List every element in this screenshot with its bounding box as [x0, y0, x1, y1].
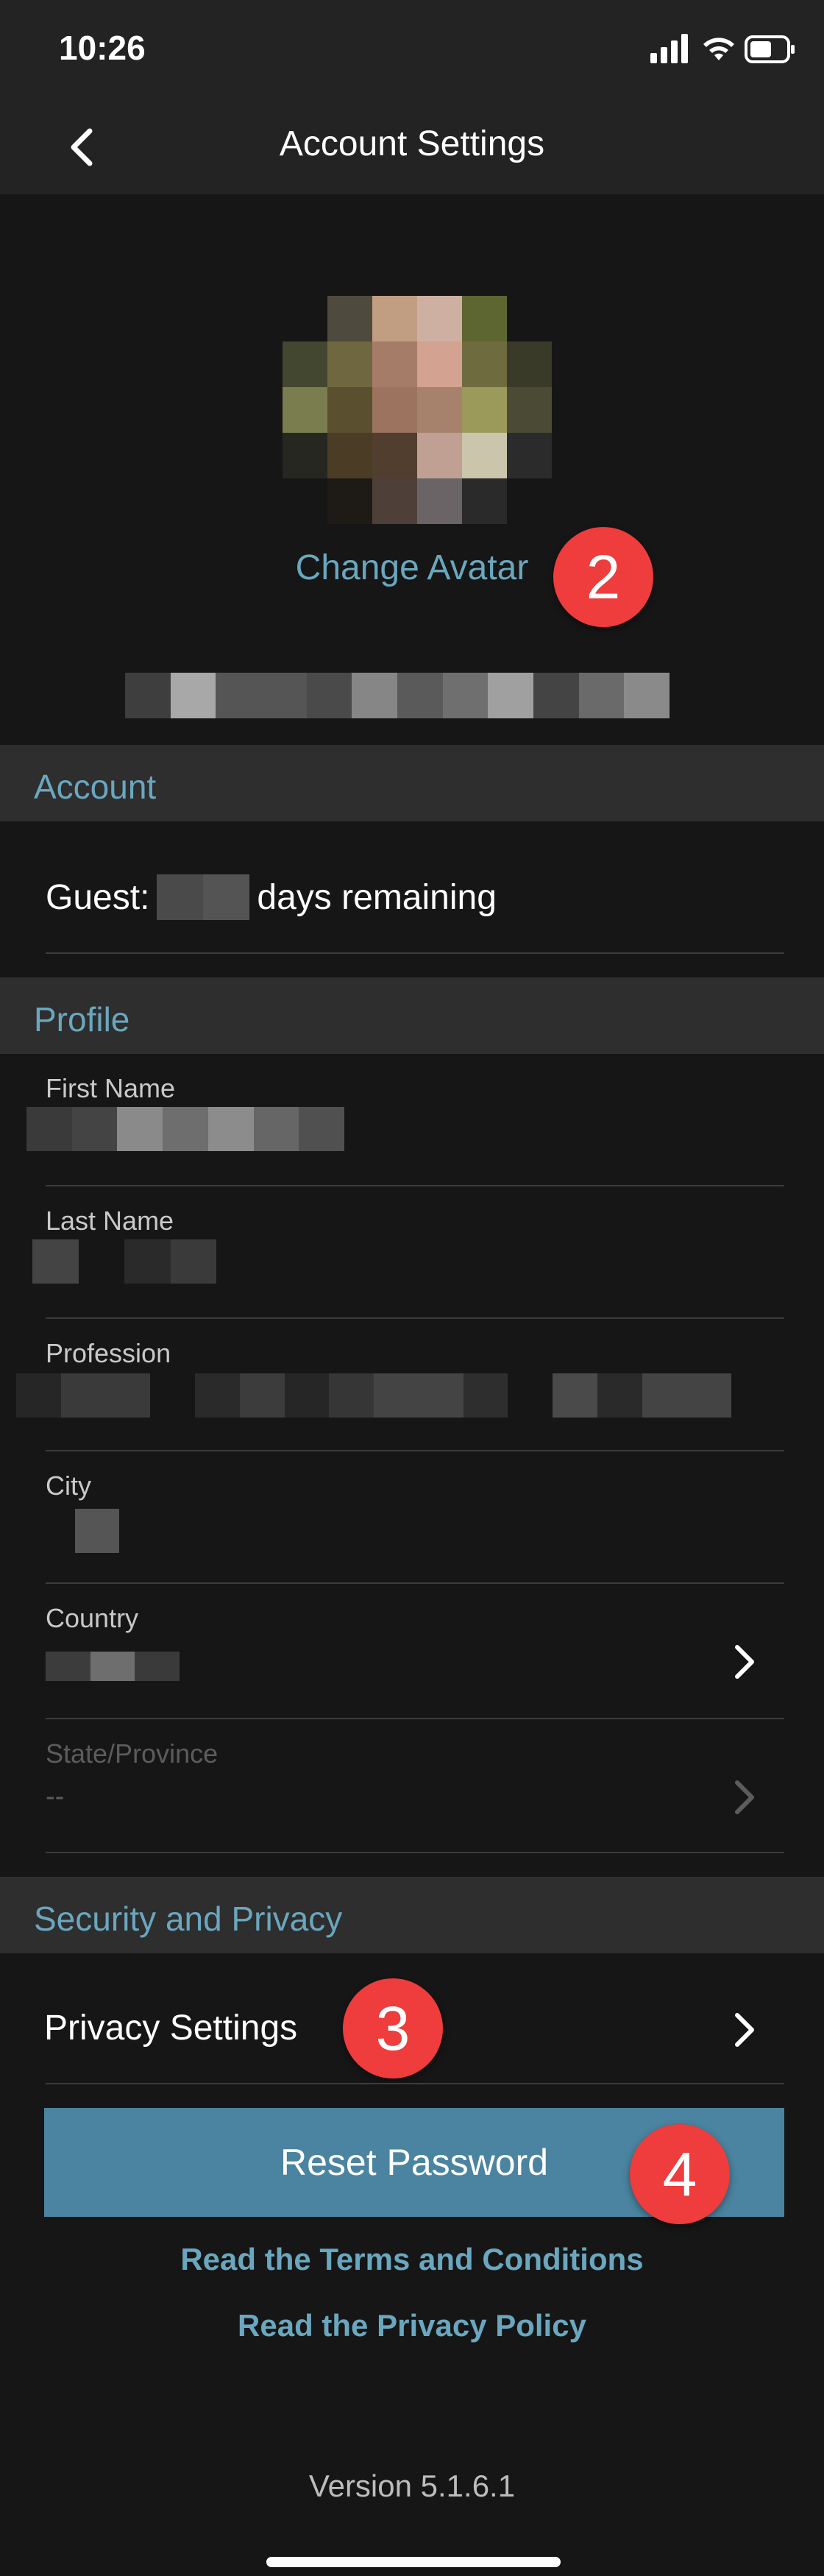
state-label: State/Province	[46, 1738, 219, 1769]
guest-suffix: days remaining	[257, 877, 497, 917]
section-header-profile: Profile	[0, 977, 824, 1054]
chevron-right-icon	[735, 1780, 754, 1814]
avatar-tile	[372, 387, 417, 433]
avatar-tile	[327, 478, 372, 524]
change-avatar-link[interactable]: Change Avatar	[265, 548, 559, 588]
avatar-tile	[283, 478, 327, 524]
page-title: Account Settings	[279, 124, 545, 163]
section-header-security: Security and Privacy	[0, 1877, 824, 1953]
battery-icon	[745, 35, 795, 63]
avatar-tile	[462, 433, 507, 478]
avatar-tile	[327, 342, 372, 387]
divider	[46, 2083, 784, 2084]
privacy-settings-row[interactable]: Privacy Settings	[44, 2008, 297, 2048]
avatar-tile	[372, 478, 417, 524]
step-badge: 2	[553, 527, 653, 627]
divider	[46, 952, 784, 954]
avatar-tile	[372, 296, 417, 342]
avatar-tile	[417, 387, 462, 433]
avatar-tile	[283, 433, 327, 478]
avatar-tile	[507, 387, 552, 433]
avatar-tile	[283, 296, 327, 342]
divider	[46, 1185, 784, 1186]
terms-link[interactable]: Read the Terms and Conditions	[0, 2242, 824, 2277]
avatar-tile	[462, 387, 507, 433]
avatar-tile	[327, 387, 372, 433]
status-time: 10:26	[59, 29, 146, 67]
avatar-tile	[417, 296, 462, 342]
cellular-signal-icon	[650, 34, 688, 63]
wifi-icon	[703, 38, 734, 60]
profession-field[interactable]	[16, 1373, 731, 1418]
avatar-tile	[327, 296, 372, 342]
avatar[interactable]	[283, 296, 552, 526]
version-label: Version 5.1.6.1	[308, 2469, 516, 2503]
first-name-field[interactable]	[26, 1107, 345, 1151]
avatar-tile	[507, 433, 552, 478]
divider	[46, 1582, 784, 1584]
divider	[46, 1450, 784, 1451]
section-title: Account	[34, 768, 157, 806]
avatar-tile	[417, 478, 462, 524]
profession-label: Profession	[46, 1338, 171, 1368]
privacy-policy-link[interactable]: Read the Privacy Policy	[0, 2308, 824, 2343]
avatar-tile	[417, 433, 462, 478]
chevron-right-icon[interactable]	[728, 1641, 761, 1682]
avatar-tile	[327, 433, 372, 478]
redacted-username	[125, 673, 670, 718]
avatar-tile	[462, 342, 507, 387]
avatar-tile	[507, 296, 552, 342]
chevron-right-icon[interactable]	[728, 2009, 761, 2050]
divider	[46, 1317, 784, 1319]
last-name-label: Last Name	[46, 1206, 174, 1236]
avatar-tile	[372, 433, 417, 478]
city-field[interactable]	[75, 1509, 119, 1553]
divider	[46, 1718, 784, 1719]
guest-status: Guest: days remaining	[46, 874, 497, 920]
section-header-account: Account	[0, 745, 824, 821]
country-label: Country	[46, 1603, 139, 1633]
country-field[interactable]	[46, 1652, 180, 1681]
section-title: Profile	[34, 1000, 130, 1038]
last-name-field[interactable]	[32, 1239, 216, 1284]
state-value: --	[46, 1781, 65, 1812]
avatar-tile	[372, 342, 417, 387]
avatar-tile	[507, 342, 552, 387]
redacted-days	[157, 874, 250, 920]
first-name-label: First Name	[46, 1073, 176, 1103]
avatar-tile	[283, 387, 327, 433]
divider	[46, 1852, 784, 1853]
home-indicator[interactable]	[266, 2557, 561, 2567]
city-label: City	[46, 1471, 91, 1501]
avatar-tile	[283, 342, 327, 387]
avatar-tile	[462, 296, 507, 342]
avatar-tile	[417, 342, 462, 387]
step-badge: 3	[343, 1978, 443, 2078]
section-title: Security and Privacy	[34, 1900, 343, 1938]
avatar-tile	[507, 478, 552, 524]
avatar-tile	[462, 478, 507, 524]
guest-prefix: Guest:	[46, 877, 150, 917]
step-badge: 4	[630, 2124, 730, 2224]
